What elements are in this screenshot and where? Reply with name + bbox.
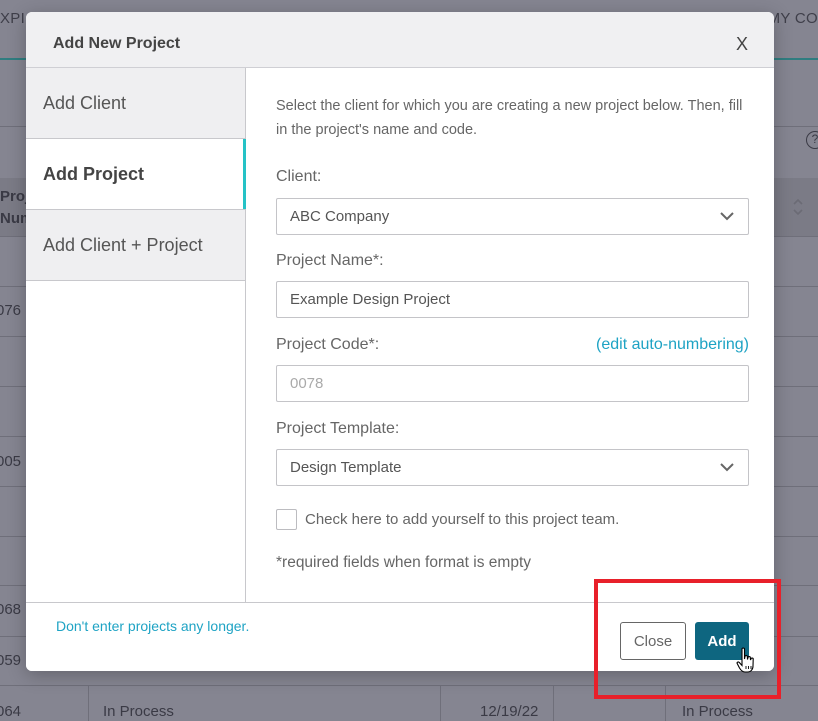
close-icon[interactable]: X	[736, 34, 748, 55]
bg-row-status: In Process	[103, 703, 174, 720]
project-code-placeholder: 0078	[290, 375, 324, 392]
bg-row-number: 068	[0, 601, 22, 618]
client-label: Client:	[276, 168, 322, 185]
project-template-select[interactable]: Design Template	[276, 449, 749, 486]
close-button[interactable]: Close	[620, 622, 686, 660]
chevron-down-icon	[720, 212, 734, 221]
bg-row-number: 064	[0, 703, 22, 720]
bg-row-number: 076	[0, 302, 22, 319]
project-name-value: Example Design Project	[290, 291, 451, 308]
project-template-value: Design Template	[290, 459, 402, 476]
sort-icon	[793, 198, 803, 216]
tab-add-client[interactable]: Add Client	[26, 68, 245, 139]
client-select-value: ABC Company	[290, 208, 390, 225]
add-new-project-modal: Add New Project X Add Client Add Project…	[26, 12, 774, 671]
intro-text: Select the client for which you are crea…	[276, 98, 743, 138]
required-fields-note: *required fields when format is empty	[276, 554, 532, 571]
project-name-label: Project Name*:	[276, 252, 384, 269]
modal-body: Add Client Add Project Add Client + Proj…	[26, 68, 774, 602]
modal-header: Add New Project X	[26, 12, 774, 68]
dont-enter-projects-link[interactable]: Don't enter projects any longer.	[56, 618, 249, 634]
hand-pointer-cursor-icon	[736, 647, 754, 673]
project-code-label: Project Code*:	[276, 336, 380, 353]
bg-row-date: 12/19/22	[480, 703, 539, 720]
edit-auto-numbering-link[interactable]: (edit auto-numbering)	[596, 336, 749, 354]
tab-add-project[interactable]: Add Project	[26, 139, 246, 210]
add-self-to-team-row[interactable]: Check here to add yourself to this proje…	[276, 509, 619, 530]
bg-row-number: 059	[0, 652, 22, 669]
project-template-label: Project Template:	[276, 420, 400, 437]
add-self-checkbox[interactable]	[276, 509, 297, 530]
add-self-label: Check here to add yourself to this proje…	[305, 511, 620, 528]
client-select[interactable]: ABC Company	[276, 198, 749, 235]
project-name-input[interactable]: Example Design Project	[276, 281, 749, 318]
tab-add-client-project[interactable]: Add Client + Project	[26, 210, 245, 281]
bg-row-status: In Process	[682, 703, 753, 720]
modal-title: Add New Project	[53, 35, 181, 52]
help-icon: ?	[806, 131, 818, 149]
bg-nav-item-right: MY CO	[767, 10, 818, 27]
chevron-down-icon	[720, 463, 734, 472]
modal-footer: Don't enter projects any longer. Close A…	[26, 602, 774, 671]
bg-row-number: 005	[0, 453, 22, 470]
bg-nav-item-left: XPI	[0, 10, 26, 27]
project-code-input[interactable]: 0078	[276, 365, 749, 402]
side-tabs: Add Client Add Project Add Client + Proj…	[26, 68, 246, 602]
